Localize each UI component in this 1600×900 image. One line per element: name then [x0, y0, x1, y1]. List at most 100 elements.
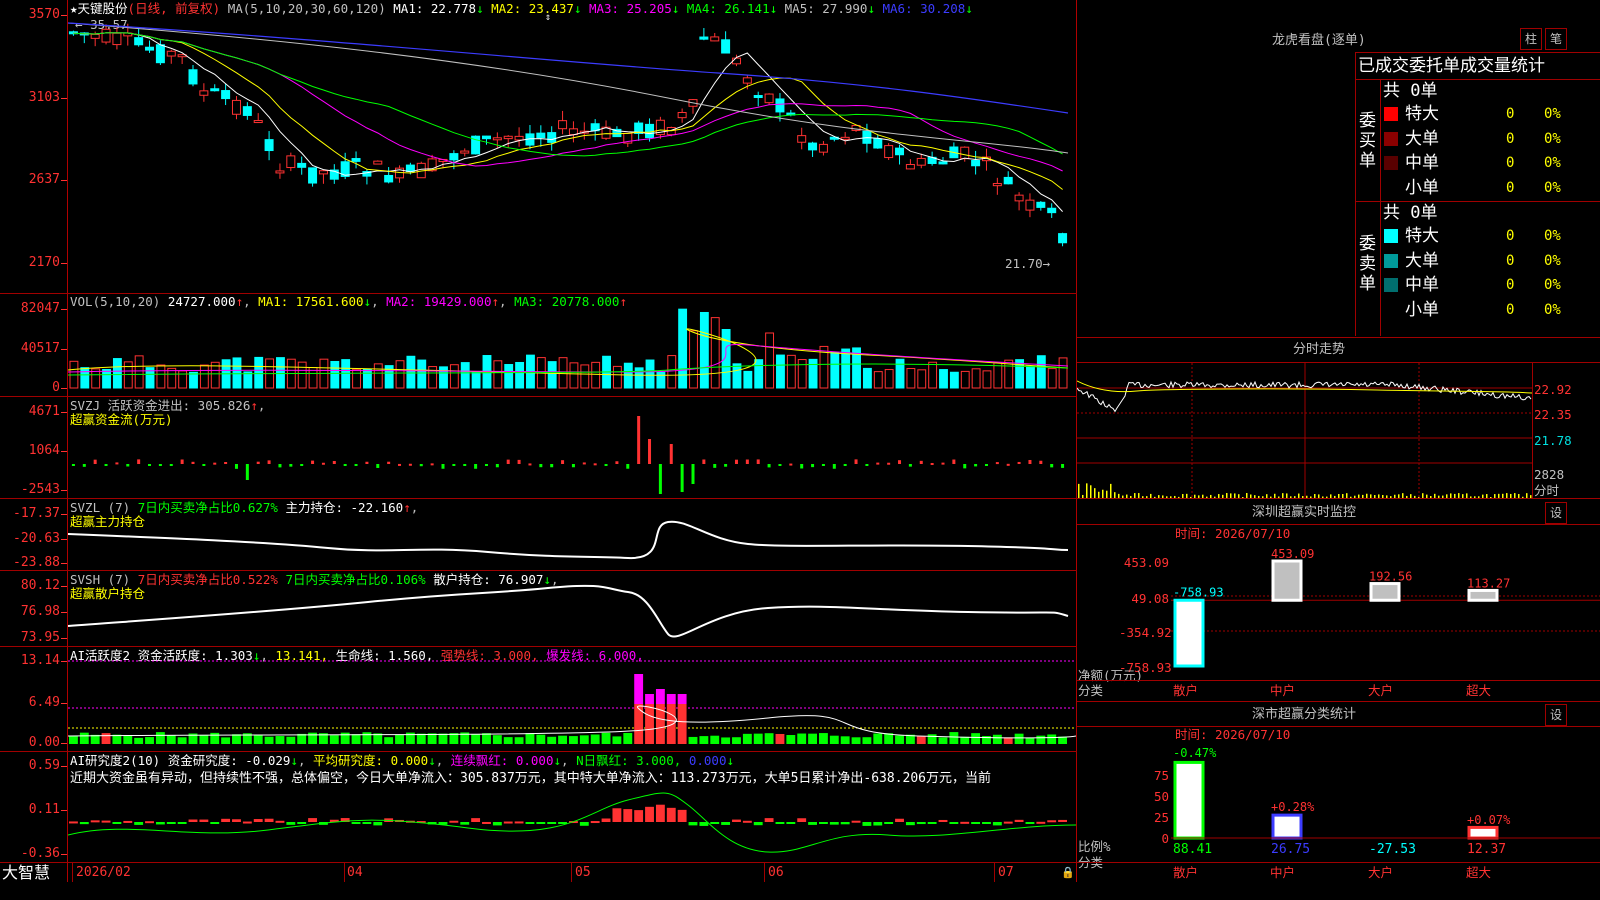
flow-bar — [593, 463, 597, 466]
candle — [916, 157, 926, 166]
flow-bar — [332, 460, 336, 464]
buy-count-0: 0 — [1506, 106, 1515, 122]
activity-bar — [449, 733, 459, 744]
flow-bar — [724, 464, 728, 467]
volume-chart[interactable] — [68, 300, 1076, 390]
intraday-title: 分时走势 — [1293, 342, 1346, 357]
flow-bar — [1028, 459, 1032, 464]
volume-bar — [449, 364, 459, 389]
volume-bar — [341, 359, 351, 389]
svsh-chart[interactable] — [68, 572, 1076, 644]
candle — [753, 95, 763, 99]
svzl-chart[interactable] — [68, 500, 1076, 568]
ratio-value-label-3: 12.37 — [1467, 842, 1506, 857]
activity-bar — [623, 732, 633, 744]
sell-pct-1: 0% — [1544, 252, 1561, 269]
flow-bar — [637, 416, 641, 464]
activity-bar — [732, 737, 741, 744]
volume-bar — [1047, 368, 1057, 389]
flow-bar — [311, 460, 315, 464]
candle — [145, 46, 155, 51]
research-bar — [449, 820, 459, 823]
candle — [297, 162, 307, 168]
activity-bar — [601, 732, 611, 744]
activity-bar — [232, 734, 241, 744]
flow-bar — [1061, 464, 1065, 468]
candle — [351, 158, 361, 162]
ma-line-5 — [73, 32, 1063, 212]
sz-monitor-chart[interactable]: -758.93 453.09 192.56 113.27 — [1171, 540, 1600, 680]
activity-bar — [123, 735, 133, 744]
activity-bar — [155, 732, 165, 744]
volume-bar — [786, 354, 796, 389]
research-bar — [362, 822, 372, 824]
sz-class-chart[interactable]: -0.47% +0.28% +0.07% 88.41 26.75 -27.53 12.37 — [1171, 745, 1600, 860]
intraday-chart[interactable] — [1077, 363, 1532, 498]
candle — [134, 37, 144, 46]
volume-bar — [841, 348, 851, 389]
research-bar — [547, 822, 557, 824]
flow-bar — [974, 464, 978, 467]
ai-active-chart[interactable] — [68, 648, 1076, 748]
flow-bar — [571, 464, 575, 468]
activity-bar — [699, 736, 709, 744]
svzj-chart[interactable] — [68, 400, 1076, 496]
flow-bar — [713, 464, 717, 468]
sz-monitor-settings-button[interactable]: 设 — [1545, 502, 1567, 524]
main-holding-line — [68, 520, 1069, 560]
research-bar — [199, 819, 209, 822]
research-bar — [253, 819, 263, 822]
activity-bar — [221, 737, 231, 744]
candle — [1036, 201, 1046, 208]
volume-bar — [917, 369, 927, 389]
bar-mode-button[interactable]: 柱 — [1520, 28, 1542, 50]
flow-bar — [626, 464, 630, 469]
sz-class-settings-button[interactable]: 设 — [1545, 704, 1567, 726]
volume-bar — [167, 367, 177, 389]
lock-icon[interactable]: 🔒 — [1061, 865, 1075, 880]
volume-bar — [645, 359, 655, 389]
volume-bar — [949, 371, 959, 389]
volume-bar — [710, 317, 720, 389]
activity-bar — [677, 704, 687, 744]
flow-bar — [604, 464, 608, 466]
volume-bar — [460, 362, 470, 389]
buy-label-0: 特大 — [1405, 104, 1439, 124]
volume-bar — [699, 311, 709, 389]
flow-bar — [387, 461, 391, 464]
volume-bar — [862, 367, 872, 389]
candle — [884, 145, 894, 159]
research-bar — [155, 822, 165, 825]
ma-value-6: MA6: 30.208 — [874, 1, 966, 16]
volume-bar — [199, 364, 209, 389]
research-bar — [949, 822, 959, 824]
candle — [308, 167, 318, 184]
ratio-bar-1 — [1271, 813, 1303, 840]
kline-area[interactable]: ★天键股份(日线, 前复权) MA(5,10,20,30,60,120) MA1… — [0, 0, 1077, 882]
flow-bar — [528, 463, 532, 466]
ratio-change-label-0: -0.47% — [1173, 746, 1217, 760]
candle — [1014, 194, 1024, 202]
flow-bar — [419, 464, 423, 467]
tick-mode-button[interactable]: 笔 — [1545, 28, 1567, 50]
flow-bar — [506, 459, 510, 464]
sell-count-2: 0 — [1506, 277, 1515, 293]
volume-bar — [102, 368, 111, 389]
volume-bar — [189, 371, 198, 389]
volume-bar — [558, 357, 568, 389]
candle — [112, 32, 122, 46]
flow-bar — [126, 464, 130, 467]
ma-value-3: MA3: 25.205 — [581, 1, 672, 16]
research-bar — [786, 822, 796, 824]
research-bar — [242, 821, 252, 824]
research-bar — [101, 820, 111, 823]
net-value-label-3: 113.27 — [1467, 576, 1510, 590]
candlestick-chart[interactable] — [68, 18, 1076, 273]
research-bar — [666, 807, 676, 822]
flow-bar — [615, 461, 619, 464]
flow-bar — [93, 459, 97, 464]
flow-bar — [430, 463, 434, 466]
ai-research-chart[interactable] — [68, 790, 1076, 860]
ma-value-5: MA5: 27.990 — [777, 1, 868, 16]
flow-bar — [321, 462, 325, 465]
